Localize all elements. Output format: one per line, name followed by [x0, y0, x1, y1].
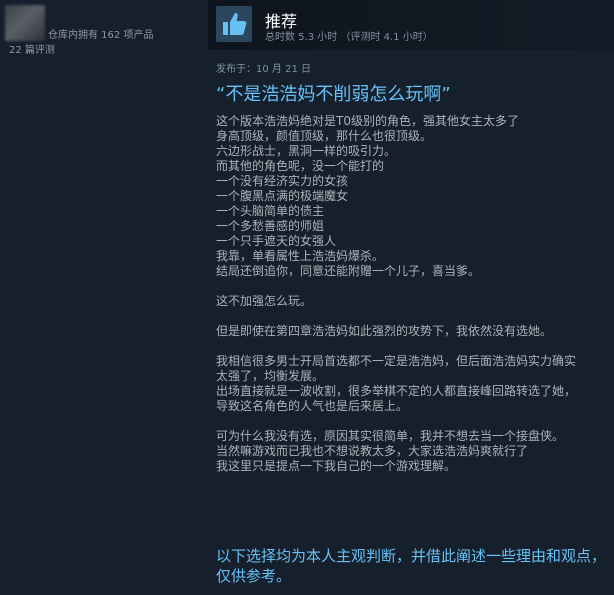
- review-count[interactable]: 22 篇评测: [9, 41, 55, 56]
- review-headline: “不是浩浩妈不削弱怎么玩啊”: [216, 84, 451, 105]
- review-line: 六边形战士，黑洞一样的吸引力。: [216, 144, 397, 158]
- review-panel: 推荐 总时数 5.3 小时 （评测时 4.1 小时） 发布于：10 月 21 日…: [208, 0, 614, 595]
- thumbs-up-icon[interactable]: [216, 6, 252, 42]
- posted-date: 发布于：10 月 21 日: [216, 64, 311, 75]
- review-header: 推荐 总时数 5.3 小时 （评测时 4.1 小时）: [208, 0, 614, 50]
- review-line: 一个多愁善感的师姐: [216, 219, 325, 233]
- review-line: 一个只手遮天的女强人: [216, 234, 337, 248]
- review-line: 结局还倒追你，同意还能附赠一个儿子，喜当爹。: [216, 264, 481, 278]
- review-line: 我相信很多男士开局首选都不一定是浩浩妈，但后面浩浩妈实力确实: [216, 354, 577, 368]
- review-line: 太强了，均衡发展。: [216, 369, 325, 383]
- review-line: 但是即使在第四章浩浩妈如此强烈的攻势下，我依然没有选她。: [216, 324, 553, 338]
- review-line: 当然嘛游戏而已我也不想说教太多，大家选浩浩妈爽就行了: [216, 444, 529, 458]
- review-line: 一个没有经济实力的女孩: [216, 174, 349, 188]
- review-paragraph: 可为什么我没有选，原因其实很简单，我并不想去当一个接盘侠。 当然嘛游戏而已我也不…: [216, 429, 608, 474]
- avatar[interactable]: [5, 5, 45, 41]
- review-paragraph: 但是即使在第四章浩浩妈如此强烈的攻势下，我依然没有选她。: [216, 324, 608, 339]
- review-line: 我靠，单看属性上浩浩妈爆杀。: [216, 249, 385, 263]
- products-owned[interactable]: 仓库内拥有 162 项产品: [48, 26, 153, 41]
- review-line: 导致这名角色的人气也是后来居上。: [216, 399, 409, 413]
- review-line: 一个腹黑点满的极端魔女: [216, 189, 349, 203]
- review-line: 我这里只是提点一下我自己的一个游戏理解。: [216, 459, 457, 473]
- review-line: 身高顶级，颜值顶级，那什么也很顶级。: [216, 129, 433, 143]
- review-line: 这不加强怎么玩。: [216, 294, 313, 308]
- review-paragraph: 这个版本浩浩妈绝对是T0级别的角色，强其他女主太多了 身高顶级，颜值顶级，那什么…: [216, 114, 608, 279]
- review-line: 而其他的角色呢，没一个能打的: [216, 159, 385, 173]
- author-panel: 仓库内拥有 162 项产品 22 篇评测: [0, 0, 208, 595]
- review-body: 这个版本浩浩妈绝对是T0级别的角色，强其他女主太多了 身高顶级，颜值顶级，那什么…: [216, 114, 608, 489]
- review-paragraph: 这不加强怎么玩。: [216, 294, 608, 309]
- highlight-text: 以下选择均为本人主观判断，并借此阐述一些理由和观点，仅供参考。: [216, 547, 607, 585]
- review-line: 一个头脑简单的债主: [216, 204, 325, 218]
- review-line: 出场直接就是一波收割，很多举棋不定的人都直接峰回路转选了她，: [216, 384, 577, 398]
- review-line: 这个版本浩浩妈绝对是T0级别的角色，强其他女主太多了: [216, 114, 519, 128]
- review-line: 可为什么我没有选，原因其实很简单，我并不想去当一个接盘侠。: [216, 429, 565, 443]
- review-paragraph: 我相信很多男士开局首选都不一定是浩浩妈，但后面浩浩妈实力确实 太强了，均衡发展。…: [216, 354, 608, 414]
- playtime: 总时数 5.3 小时 （评测时 4.1 小时）: [265, 32, 433, 43]
